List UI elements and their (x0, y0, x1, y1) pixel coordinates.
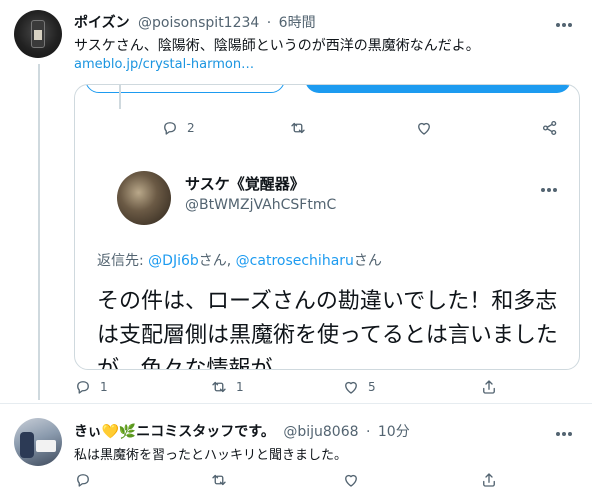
separator-dot: · (266, 15, 272, 31)
user-handle[interactable]: @poisonspit1234 (138, 15, 259, 31)
reply-icon (164, 122, 176, 135)
share-icon (483, 380, 495, 394)
thread-line (119, 85, 121, 109)
retweet-icon (212, 381, 226, 393)
cropped-button-outline[interactable] (85, 85, 285, 93)
share-icon (483, 473, 495, 487)
share-icon (542, 120, 557, 136)
reply-icon (77, 474, 89, 487)
share-button[interactable] (480, 471, 498, 489)
retweet-icon (291, 122, 305, 134)
embedded-tweet-text: その件は、ローズさんの勘違いでした！和多志は支配層側は黒魔術を使ってるとは言いま… (97, 289, 558, 370)
more-icon[interactable] (556, 421, 578, 437)
tweet-link[interactable]: ameblo.jp/crystal-harmon… (74, 57, 254, 72)
reply-button[interactable]: 1 (74, 378, 108, 396)
retweet-button[interactable]: 1 (210, 378, 244, 396)
like-count: 5 (368, 380, 376, 394)
tweet-header: きぃ💛🌿ニコミスタッフです。 @biju8068 · 10分 (74, 421, 410, 441)
like-icon (345, 474, 357, 487)
embedded-tweet-card[interactable]: 2 サスケ《覚醒器》 @BtWMZjVAhCSFtmC 返信先: @DJi6bさ… (74, 84, 580, 370)
tweet[interactable]: ポイズン @poisonspit1234 · 6時間 サスケさん、陰陽術、陰陽師… (0, 0, 592, 404)
reply-count: 2 (187, 121, 195, 135)
thread-line (38, 64, 40, 400)
avatar[interactable] (14, 10, 62, 58)
display-name[interactable]: サスケ《覚醒器》 (185, 173, 305, 194)
user-handle[interactable]: @biju8068 (283, 424, 358, 440)
tweet-text: 私は黒魔術を習ったとハッキリと聞きました。 (74, 448, 348, 463)
replying-to: 返信先: @DJi6bさん, @catrosechiharuさん (97, 250, 382, 270)
reply-prefix: 返信先: (97, 253, 149, 269)
reply-icon (77, 381, 89, 394)
mention-suffix: さん (353, 253, 382, 269)
share-button[interactable] (541, 119, 559, 137)
reply-button[interactable] (74, 471, 92, 489)
timestamp[interactable]: 10分 (378, 424, 410, 440)
like-button[interactable]: 5 (342, 378, 376, 396)
timestamp[interactable]: 6時間 (279, 15, 316, 31)
mention-link[interactable]: @catrosechiharu (236, 253, 354, 269)
mention-suffix: さん, (198, 253, 236, 269)
retweet-button[interactable] (210, 471, 228, 489)
tweet-action-bar (0, 471, 592, 495)
retweet-icon (212, 474, 226, 486)
display-name[interactable]: ポイズン (74, 15, 130, 31)
tweet-header: ポイズン @poisonspit1234 · 6時間 (74, 12, 316, 32)
like-button[interactable] (342, 471, 360, 489)
reply-button[interactable]: 2 (161, 119, 195, 137)
tweet[interactable]: きぃ💛🌿ニコミスタッフです。 @biju8068 · 10分 私は黒魔術を習った… (0, 405, 592, 503)
separator-dot: · (365, 424, 371, 440)
tweet-text: サスケさん、陰陽術、陰陽師というのが西洋の黒魔術なんだよ。 (74, 38, 480, 54)
cropped-button-filled[interactable] (305, 85, 571, 93)
like-button[interactable] (415, 119, 433, 137)
retweet-button[interactable] (289, 119, 307, 137)
display-name[interactable]: きぃ💛🌿ニコミスタッフです。 (74, 424, 275, 440)
tweet-action-bar: 1 1 5 (0, 378, 592, 402)
mention-link[interactable]: @DJi6b (148, 253, 199, 269)
reply-count: 1 (100, 380, 108, 394)
like-icon (418, 122, 430, 135)
user-handle[interactable]: @BtWMZjVAhCSFtmC (185, 197, 336, 213)
embedded-action-bar: 2 (75, 119, 579, 143)
like-icon (345, 381, 357, 394)
avatar[interactable] (117, 171, 171, 225)
retweet-count: 1 (236, 380, 244, 394)
more-icon[interactable] (556, 12, 578, 28)
share-button[interactable] (480, 378, 498, 396)
more-icon[interactable] (541, 177, 559, 196)
avatar[interactable] (14, 418, 62, 466)
